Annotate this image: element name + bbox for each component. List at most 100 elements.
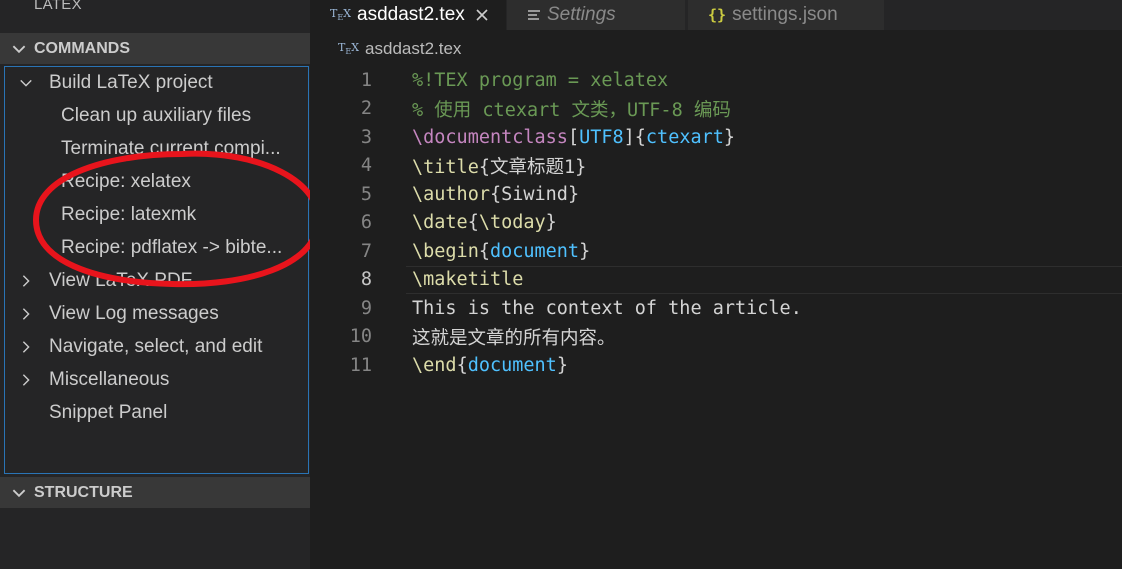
tree-item-label: Recipe: latexmk <box>61 203 197 225</box>
structure-section-header[interactable]: STRUCTURE <box>0 477 310 508</box>
line-text: %!TEX program = xelatex <box>412 70 668 91</box>
editor-area: TEX asddast2.tex Settings {} settings.js… <box>310 0 1122 569</box>
chevron-down-icon <box>20 79 32 87</box>
code-line[interactable]: 11 \end{document} <box>310 351 1122 380</box>
tree-item-label: Terminate current compi... <box>61 137 281 159</box>
code-line[interactable]: 10 这就是文章的所有内容。 <box>310 323 1122 352</box>
code-token: \documentclass <box>412 126 568 148</box>
commands-header-label: COMMANDS <box>34 39 130 57</box>
tree-item-recipe-pdflatex[interactable]: Recipe: pdflatex -> bibte... <box>61 231 282 264</box>
code-token: } <box>567 183 580 205</box>
tree-item-view-log-messages[interactable]: View Log messages <box>22 297 219 330</box>
code-line[interactable]: 1 %!TEX program = xelatex <box>310 66 1122 95</box>
tab-settings[interactable]: Settings <box>507 0 685 30</box>
code-line[interactable]: 3 \documentclass[UTF8]{ctexart} <box>310 123 1122 152</box>
tree-item-view-latex-pdf[interactable]: View LaTeX PDF <box>22 264 193 297</box>
chevron-right-icon <box>22 374 30 386</box>
breadcrumb[interactable]: TEX asddast2.tex <box>338 37 461 61</box>
tree-item-label: Snippet Panel <box>49 401 168 423</box>
code-line[interactable]: 7 \begin{document} <box>310 237 1122 266</box>
commands-section-header[interactable]: COMMANDS <box>0 33 310 64</box>
code-line[interactable]: 2 % 使用 ctexart 文类，UTF-8 编码 <box>310 95 1122 124</box>
line-number: 10 <box>349 326 372 348</box>
code-token: document <box>489 240 580 262</box>
tab-bar: TEX asddast2.tex Settings {} settings.js… <box>310 0 1122 30</box>
line-text: \author{Siwind} <box>412 184 579 205</box>
chevron-right-icon <box>22 341 30 353</box>
tree-item-label: Clean up auxiliary files <box>61 104 252 126</box>
code-line[interactable]: 9 This is the context of the article. <box>310 294 1122 323</box>
tab-settings-json[interactable]: {} settings.json <box>688 0 884 30</box>
line-text: \maketitle <box>412 269 523 290</box>
tree-item-terminate-compilation[interactable]: Terminate current compi... <box>61 132 281 165</box>
code-token: { <box>478 156 490 178</box>
code-token: % 使用 ctexart 文类，UTF-8 编码 <box>412 99 731 121</box>
code-line[interactable]: 5 \author{Siwind} <box>310 180 1122 209</box>
line-number: 6 <box>360 212 372 234</box>
line-text: \begin{document} <box>412 241 590 262</box>
code-token: ctexart <box>645 126 724 148</box>
chevron-down-icon <box>12 489 26 497</box>
settings-lines-icon <box>528 10 540 20</box>
tab-asddast2-tex[interactable]: TEX asddast2.tex <box>310 0 506 30</box>
code-editor[interactable]: 1 %!TEX program = xelatex 2 % 使用 ctexart 文类… <box>310 66 1122 380</box>
code-line[interactable]: 4 \title{文章标题1} <box>310 152 1122 181</box>
code-token: { <box>467 212 479 234</box>
line-text: \end{document} <box>412 355 568 376</box>
code-token: } <box>545 212 557 234</box>
code-token: } <box>723 126 736 148</box>
code-line[interactable]: 6 \date{\today} <box>310 209 1122 238</box>
tex-file-icon: TEX <box>330 7 352 23</box>
code-token: document <box>467 354 557 376</box>
code-token: 这就是文章的所有内容。 <box>412 327 616 349</box>
line-text: % 使用 ctexart 文类，UTF-8 编码 <box>412 96 731 122</box>
tree-item-label: Navigate, select, and edit <box>49 335 263 357</box>
tree-item-label: Recipe: pdflatex -> bibte... <box>61 236 283 258</box>
code-token: This is the context of the article. <box>412 297 802 319</box>
line-number: 7 <box>360 240 372 262</box>
code-token: Siwind <box>501 183 568 205</box>
tree-item-label: Build LaTeX project <box>49 71 213 93</box>
tree-item-label: View LaTeX PDF <box>49 269 193 291</box>
tree-item-recipe-xelatex[interactable]: Recipe: xelatex <box>61 165 191 198</box>
line-number: 9 <box>360 297 372 319</box>
tree-item-label: View Log messages <box>49 302 219 324</box>
tree-item-label: Recipe: xelatex <box>61 170 191 192</box>
sidebar-title: LATEX <box>34 0 82 13</box>
tree-item-miscellaneous[interactable]: Miscellaneous <box>22 363 169 396</box>
code-token: } <box>575 156 587 178</box>
code-token: UTF8 <box>579 126 624 148</box>
code-token: { <box>478 240 490 262</box>
tab-label: asddast2.tex <box>357 4 465 25</box>
code-token: { <box>489 183 502 205</box>
chevron-right-icon <box>22 308 30 320</box>
tree-item-navigate-select-edit[interactable]: Navigate, select, and edit <box>22 330 263 363</box>
tree-item-snippet-panel[interactable]: Snippet Panel <box>49 396 167 429</box>
line-text: 这就是文章的所有内容。 <box>412 324 616 350</box>
tree-item-recipe-latexmk[interactable]: Recipe: latexmk <box>61 198 196 231</box>
code-line[interactable]: 8 \maketitle <box>310 265 1122 295</box>
close-icon[interactable] <box>475 8 489 22</box>
tab-label: Settings <box>547 4 616 25</box>
line-number: 1 <box>360 69 372 91</box>
line-number: 4 <box>360 155 372 177</box>
tex-file-icon: TEX <box>338 41 360 57</box>
code-token: { <box>456 354 468 376</box>
tree-item-clean-up-auxiliary-files[interactable]: Clean up auxiliary files <box>61 99 251 132</box>
line-text: This is the context of the article. <box>412 298 802 319</box>
line-number: 3 <box>360 126 372 148</box>
code-token: ]{ <box>623 126 646 148</box>
code-token: } <box>556 354 568 376</box>
json-braces-icon: {} <box>708 6 727 24</box>
code-token: \begin <box>412 240 479 262</box>
line-text: \documentclass[UTF8]{ctexart} <box>412 127 735 148</box>
chevron-down-icon <box>12 45 26 53</box>
code-token: %!TEX program = xelatex <box>412 69 669 91</box>
line-number: 8 <box>360 269 372 291</box>
line-text: \title{文章标题1} <box>412 153 586 179</box>
tab-label: settings.json <box>732 4 838 25</box>
tree-item-build-latex-project[interactable]: Build LaTeX project <box>20 66 213 99</box>
breadcrumb-file: asddast2.tex <box>365 39 462 58</box>
chevron-right-icon <box>22 275 30 287</box>
line-number: 5 <box>360 183 372 205</box>
